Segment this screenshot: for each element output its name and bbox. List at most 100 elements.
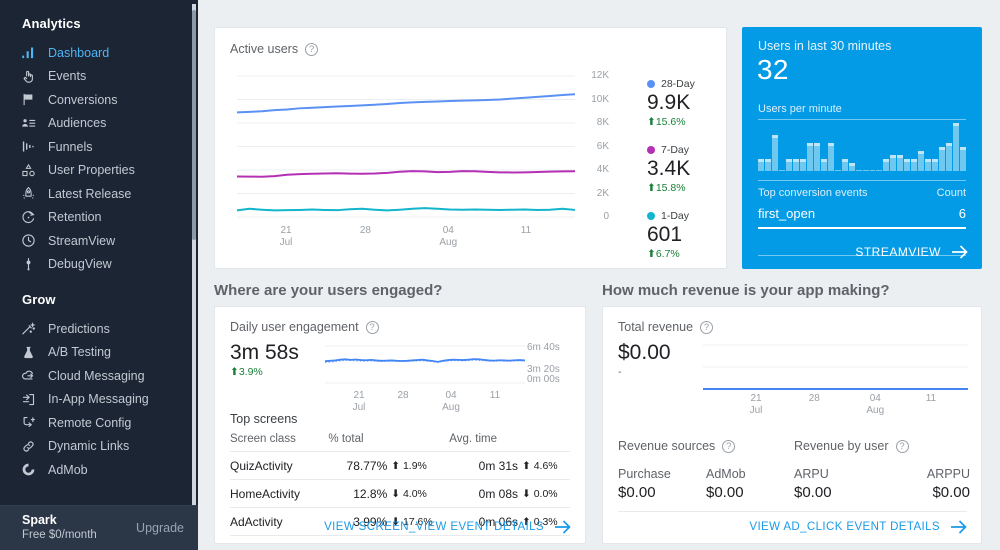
top-screens-title: Top screens <box>230 412 298 426</box>
legend-head: 7-Day <box>647 144 727 156</box>
legend-delta: ⬆15.8% <box>647 182 686 194</box>
sidebar-item-label: Remote Config <box>48 415 132 430</box>
sidebar-item-label: Cloud Messaging <box>48 368 145 383</box>
y-axis-tick: 4K <box>596 164 609 175</box>
revenue-sources-items: Purchase $0.00 AdMob $0.00 <box>618 466 794 503</box>
divider-above-bars <box>758 119 966 120</box>
sidebar-scrollbar-thumb[interactable] <box>192 10 196 240</box>
plan-price: Free $0/month <box>22 529 97 541</box>
revenue-by-user-items: ARPU $0.00 ARPPU $0.00 <box>794 466 970 503</box>
avg-time: 0m 31s <box>449 451 522 480</box>
sidebar-item-retention[interactable]: Retention <box>0 206 198 230</box>
sidebar-item-audiences[interactable]: Audiences <box>0 112 198 136</box>
legend-label: 1-Day <box>661 210 690 222</box>
active-users-title-row: Active users ? <box>230 42 319 56</box>
realtime-title: Users in last 30 minutes <box>758 39 892 53</box>
users-per-minute-bar <box>855 170 862 171</box>
users-per-minute-bar <box>827 143 834 171</box>
users-per-minute-bar <box>848 163 855 171</box>
revenue-metric-value: $0.00 <box>618 341 671 364</box>
sidebar-item-in-app-messaging[interactable]: In-App Messaging <box>0 388 198 412</box>
card-title-text: Active users <box>230 42 299 56</box>
sidebar-item-latest-release[interactable]: Latest Release <box>0 182 198 206</box>
active-users-line-chart: 0 2K 4K 6K 8K 10K 12K 21 Jul 28 04 Aug 11 <box>227 70 627 248</box>
legend-value: 3.4K <box>647 157 691 180</box>
table-row: HomeActivity 12.8% ⬇ 4.0% 0m 08s ⬇ 0.0% <box>230 479 570 508</box>
users-per-minute-bar <box>876 170 883 171</box>
streamview-link-label: STREAMVIEW <box>855 245 941 259</box>
revenue-line-chart: 21 Jul 28 04 Aug 11 <box>703 341 968 416</box>
magic-wand-icon <box>16 321 40 336</box>
x-axis-tick: 21 Jul <box>352 390 366 413</box>
admob-icon <box>16 462 40 477</box>
sidebar-item-dynamic-links[interactable]: Dynamic Links <box>0 435 198 459</box>
screen-view-details-link[interactable]: VIEW SCREEN_VIEW EVENT DETAILS <box>324 520 571 534</box>
streamview-link[interactable]: STREAMVIEW <box>855 245 968 259</box>
help-icon[interactable]: ? <box>700 320 714 334</box>
y-axis-tick: 8K <box>596 117 609 128</box>
users-per-minute-bar <box>841 159 848 171</box>
help-icon[interactable]: ? <box>305 42 319 56</box>
revenue-item-admob: AdMob $0.00 <box>706 466 794 503</box>
users-per-minute-bar <box>932 159 939 171</box>
sidebar-item-debugview[interactable]: DebugView <box>0 253 198 277</box>
pct-delta: ⬇ 4.0% <box>391 479 450 508</box>
conversion-table-header: Top conversion events Count <box>758 187 966 199</box>
sidebar-item-predictions[interactable]: Predictions <box>0 317 198 341</box>
upgrade-button[interactable]: Upgrade <box>136 521 184 535</box>
users-per-minute-bar <box>785 159 792 171</box>
users-per-minute-bar <box>960 147 967 171</box>
legend-label: 28-Day <box>661 78 695 90</box>
sidebar-item-label: Audiences <box>48 116 107 131</box>
divider-below-bars <box>758 180 966 181</box>
sidebar-item-events[interactable]: Events <box>0 65 198 89</box>
sidebar-item-streamview[interactable]: StreamView <box>0 229 198 253</box>
sidebar-item-cloud-messaging[interactable]: Cloud Messaging <box>0 364 198 388</box>
help-icon[interactable]: ? <box>365 320 379 334</box>
sidebar-item-user-properties[interactable]: User Properties <box>0 159 198 183</box>
plan-info: Spark Free $0/month <box>22 513 136 543</box>
sidebar-item-remote-config[interactable]: Remote Config <box>0 411 198 435</box>
active-users-legend: 28-Day 9.9K ⬆15.6% 7-Day 3.4K ⬆15.8% 1-Day 601 ⬆… <box>647 78 727 276</box>
time-delta: ⬆ 4.6% <box>522 451 570 480</box>
sidebar-item-funnels[interactable]: Funnels <box>0 135 198 159</box>
revenue-section-heading: How much revenue is your app making? <box>602 282 890 299</box>
x-axis-tick: 21 Jul <box>749 393 763 416</box>
legend-color-dot <box>647 80 655 88</box>
sidebar-grow-list: Predictions A/B Testing Cloud Messaging In-… <box>0 317 198 482</box>
revenue-by-user-title-row: Revenue by user ? <box>794 439 970 453</box>
users-per-minute-bar <box>890 155 897 171</box>
sidebar-item-label: Dashboard <box>48 45 110 60</box>
help-icon[interactable]: ? <box>722 439 736 453</box>
revenue-by-user-title: Revenue by user <box>794 439 889 453</box>
audience-icon <box>16 116 40 131</box>
sidebar-analytics-list: Dashboard Events Conversions Audiences Funne… <box>0 41 198 276</box>
users-per-minute-bar <box>820 159 827 171</box>
col-pct-delta <box>391 433 450 452</box>
revenue-item-label: Purchase <box>618 467 671 481</box>
help-icon[interactable]: ? <box>895 439 909 453</box>
users-per-minute-bar <box>911 159 918 171</box>
sidebar-item-admob[interactable]: AdMob <box>0 458 198 482</box>
realtime-count: 32 <box>757 54 789 85</box>
x-axis-tick: 11 <box>489 390 501 401</box>
sidebar-item-label: StreamView <box>48 233 116 248</box>
x-axis-tick: 21 Jul <box>279 225 293 248</box>
users-per-minute-bar <box>869 170 876 171</box>
y-axis-tick: 2K <box>596 187 609 199</box>
sidebar-item-a-b-testing[interactable]: A/B Testing <box>0 341 198 365</box>
sidebar-item-dashboard[interactable]: Dashboard <box>0 41 198 65</box>
users-per-minute-bar <box>883 159 890 171</box>
sidebar-item-conversions[interactable]: Conversions <box>0 88 198 112</box>
revenue-title-row: Total revenue ? <box>618 320 714 334</box>
engagement-metric: 3m 58s ⬆3.9% <box>230 340 299 378</box>
conversion-row: first_open 6 <box>758 206 966 221</box>
col-pct-total: % total <box>328 433 392 452</box>
revenue-sources-column: Revenue sources ? Purchase $0.00 AdMob $0.0… <box>618 439 794 503</box>
sidebar-plan-footer: Spark Free $0/month Upgrade <box>0 505 198 550</box>
legend-color-dot <box>647 146 655 154</box>
remote-config-icon <box>16 415 40 430</box>
pct-delta: ⬆ 1.9% <box>391 451 450 480</box>
ad-click-details-link[interactable]: VIEW AD_CLICK EVENT DETAILS <box>749 520 967 534</box>
engagement-section-heading: Where are your users engaged? <box>214 282 443 299</box>
